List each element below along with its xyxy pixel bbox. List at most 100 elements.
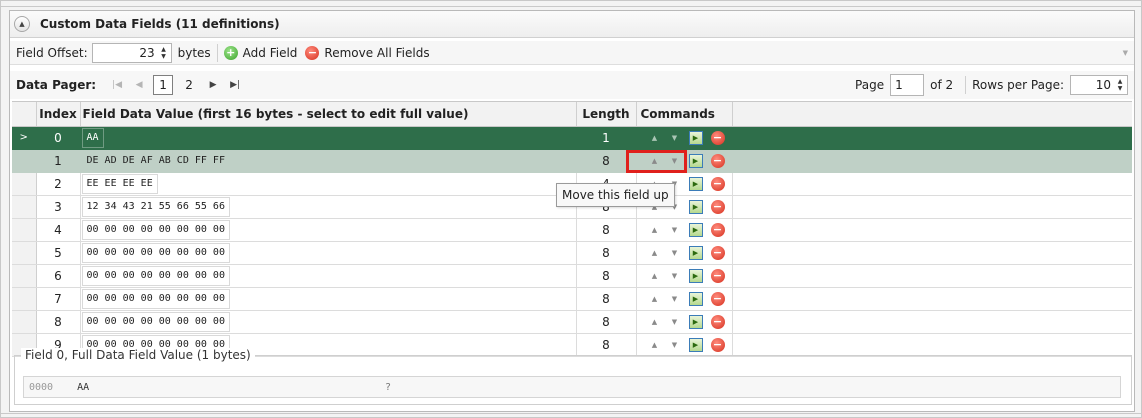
value-editor[interactable]: 12 34 43 21 55 66 55 66 [81, 196, 230, 217]
move-down-icon[interactable]: ▼ [665, 341, 685, 349]
cell-index[interactable]: 8 [36, 310, 81, 334]
column-header-length[interactable]: Length [576, 102, 637, 127]
delete-icon[interactable]: − [710, 337, 725, 352]
value-editor[interactable]: 00 00 00 00 00 00 00 00 [81, 265, 230, 286]
edit-icon[interactable]: ▶ [688, 291, 703, 306]
cell-index[interactable]: 6 [36, 264, 81, 288]
table-row[interactable]: 1 DE AD DE AF AB CD FF FF 8 ▲ ▼ ▶ − [12, 149, 1132, 173]
cell-index[interactable]: 3 [36, 195, 81, 219]
edit-icon[interactable]: ▶ [688, 153, 703, 168]
rows-per-page-value[interactable]: 10 [1075, 78, 1115, 92]
field-offset-value[interactable]: 23 [97, 46, 159, 60]
table-row[interactable]: 5 00 00 00 00 00 00 00 00 8 ▲ ▼ ▶ − [12, 241, 1132, 265]
cell-value[interactable]: 00 00 00 00 00 00 00 00 [80, 264, 577, 288]
cell-index[interactable]: 5 [36, 241, 81, 265]
delete-icon[interactable]: − [710, 130, 725, 145]
spinner-arrows-icon[interactable]: ▲ ▼ [159, 46, 169, 60]
value-editor[interactable]: 00 00 00 00 00 00 00 00 [81, 242, 230, 263]
move-down-icon[interactable]: ▼ [665, 318, 685, 326]
cell-length[interactable]: 1 [576, 126, 637, 150]
edit-icon[interactable]: ▶ [688, 268, 703, 283]
hex-bytes[interactable]: AA [77, 382, 89, 393]
edit-icon[interactable]: ▶ [688, 245, 703, 260]
cell-value[interactable]: EE EE EE EE [80, 172, 577, 196]
page-1-button[interactable]: 1 [153, 75, 174, 95]
column-header-commands[interactable]: Commands [636, 102, 733, 127]
move-up-icon[interactable]: ▲ [645, 318, 665, 326]
delete-icon[interactable]: − [710, 176, 725, 191]
delete-icon[interactable]: − [710, 222, 725, 237]
edit-icon[interactable]: ▶ [688, 314, 703, 329]
cell-length[interactable]: 8 [576, 218, 637, 242]
toolbar-overflow-icon[interactable]: ▼ [1123, 49, 1128, 57]
move-up-icon[interactable]: ▲ [645, 157, 665, 165]
move-down-icon[interactable]: ▼ [665, 134, 685, 142]
edit-icon[interactable]: ▶ [688, 130, 703, 145]
table-row[interactable]: 8 00 00 00 00 00 00 00 00 8 ▲ ▼ ▶ − [12, 310, 1132, 334]
move-up-icon[interactable]: ▲ [645, 341, 665, 349]
cell-value[interactable]: 00 00 00 00 00 00 00 00 [80, 218, 577, 242]
cell-length[interactable]: 8 [576, 333, 637, 357]
field-offset-spinner[interactable]: 23 ▲ ▼ [91, 42, 172, 63]
move-up-icon[interactable]: ▲ [645, 249, 665, 257]
table-row[interactable]: 6 00 00 00 00 00 00 00 00 8 ▲ ▼ ▶ − [12, 264, 1132, 288]
table-row[interactable]: 7 00 00 00 00 00 00 00 00 8 ▲ ▼ ▶ − [12, 287, 1132, 311]
prev-page-icon[interactable]: ◀ [128, 80, 150, 90]
rows-per-page-spinner[interactable]: 10 ▲ ▼ [1070, 75, 1128, 95]
cell-value[interactable]: 00 00 00 00 00 00 00 00 [80, 241, 577, 265]
edit-icon[interactable]: ▶ [688, 199, 703, 214]
move-up-icon[interactable]: ▲ [645, 295, 665, 303]
move-down-icon[interactable]: ▼ [665, 249, 685, 257]
cell-value[interactable]: 00 00 00 00 00 00 00 00 [80, 310, 577, 334]
cell-length[interactable]: 8 [576, 241, 637, 265]
move-up-icon[interactable]: ▲ [645, 134, 665, 142]
cell-length[interactable]: 8 [576, 149, 637, 173]
move-up-icon[interactable]: ▲ [645, 272, 665, 280]
remove-all-fields-button[interactable]: − Remove All Fields [305, 45, 430, 60]
move-down-icon[interactable]: ▼ [665, 157, 685, 165]
next-page-icon[interactable]: ▶ [202, 80, 224, 90]
collapse-up-icon[interactable]: ▲ [14, 16, 30, 32]
cell-length[interactable]: 8 [576, 287, 637, 311]
value-editor[interactable]: 00 00 00 00 00 00 00 00 [81, 311, 230, 332]
cell-value[interactable]: 00 00 00 00 00 00 00 00 [80, 287, 577, 311]
delete-icon[interactable]: − [710, 314, 725, 329]
page-2-button[interactable]: 2 [179, 75, 199, 95]
cell-value[interactable]: AA [80, 126, 577, 150]
cell-index[interactable]: 7 [36, 287, 81, 311]
cell-value[interactable]: DE AD DE AF AB CD FF FF [80, 149, 577, 173]
delete-icon[interactable]: − [710, 199, 725, 214]
column-header-value[interactable]: Field Data Value (first 16 bytes - selec… [80, 102, 577, 127]
value-editor[interactable]: DE AD DE AF AB CD FF FF [82, 151, 230, 171]
delete-icon[interactable]: − [710, 268, 725, 283]
spinner-arrows-icon[interactable]: ▲ ▼ [1115, 78, 1125, 92]
value-editor[interactable]: 00 00 00 00 00 00 00 00 [81, 219, 230, 240]
edit-icon[interactable]: ▶ [688, 337, 703, 352]
cell-index[interactable]: 0 [36, 126, 81, 150]
add-field-button[interactable]: + Add Field [223, 45, 297, 60]
cell-index[interactable]: 1 [36, 149, 81, 173]
table-row[interactable]: 4 00 00 00 00 00 00 00 00 8 ▲ ▼ ▶ − [12, 218, 1132, 242]
move-down-icon[interactable]: ▼ [665, 295, 685, 303]
full-value-hex-editor[interactable]: 0000 AA ? [23, 376, 1121, 398]
value-editor[interactable]: 00 00 00 00 00 00 00 00 [81, 288, 230, 309]
edit-icon[interactable]: ▶ [688, 176, 703, 191]
cell-value[interactable]: 12 34 43 21 55 66 55 66 [80, 195, 577, 219]
delete-icon[interactable]: − [710, 245, 725, 260]
panel-header[interactable]: ▲ Custom Data Fields (11 definitions) [10, 11, 1134, 38]
move-down-icon[interactable]: ▼ [665, 272, 685, 280]
cell-index[interactable]: 2 [36, 172, 81, 196]
table-row[interactable]: > 0 AA 1 ▲ ▼ ▶ − [12, 126, 1132, 150]
move-up-icon[interactable]: ▲ [645, 226, 665, 234]
cell-index[interactable]: 4 [36, 218, 81, 242]
delete-icon[interactable]: − [710, 153, 725, 168]
value-editor[interactable]: AA [81, 127, 104, 148]
column-header-index[interactable]: Index [36, 102, 81, 127]
value-editor[interactable]: EE EE EE EE [81, 173, 158, 194]
last-page-icon[interactable]: ▶| [224, 80, 246, 90]
cell-length[interactable]: 8 [576, 264, 637, 288]
move-down-icon[interactable]: ▼ [665, 226, 685, 234]
hex-ascii[interactable]: ? [385, 382, 391, 393]
cell-length[interactable]: 8 [576, 310, 637, 334]
first-page-icon[interactable]: |◀ [106, 80, 128, 90]
